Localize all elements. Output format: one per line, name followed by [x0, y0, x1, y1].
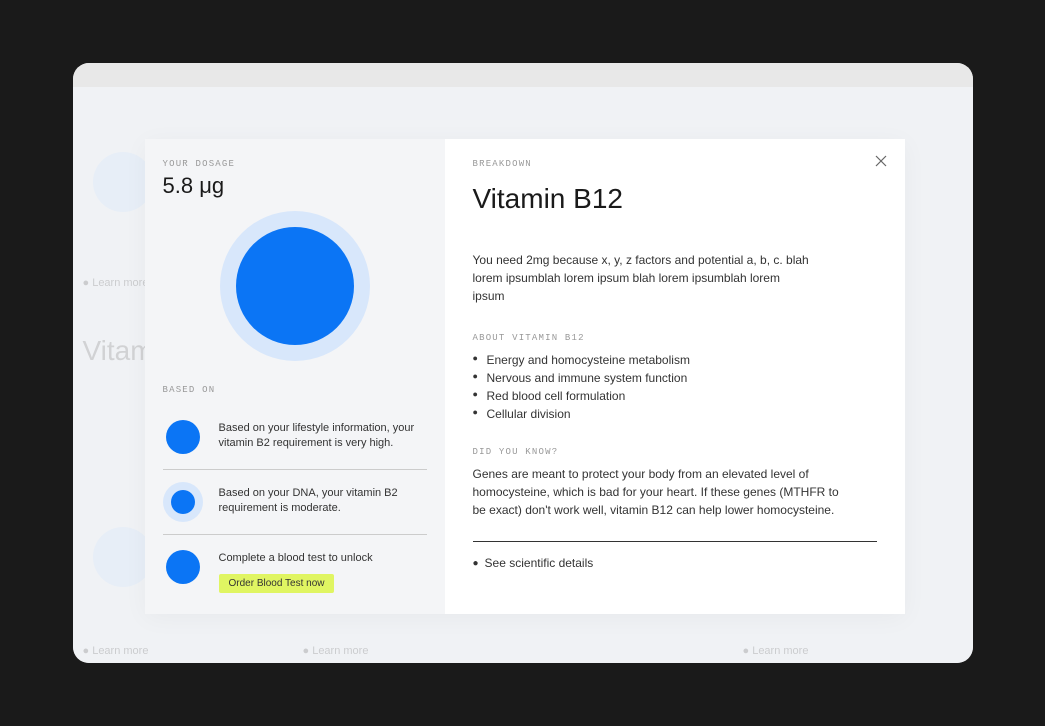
browser-bar	[73, 63, 973, 87]
close-button[interactable]	[873, 153, 889, 169]
about-item: Nervous and immune system function	[473, 369, 877, 387]
based-on-label: BASED ON	[163, 385, 427, 395]
dosage-label: YOUR DOSAGE	[163, 159, 427, 169]
breakdown-panel: BREAKDOWN Vitamin B12 You need 2mg becau…	[445, 139, 905, 614]
did-you-know-label: DID YOU KNOW?	[473, 447, 877, 457]
breakdown-intro: You need 2mg because x, y, z factors and…	[473, 251, 813, 305]
indicator-dot-icon	[163, 417, 203, 457]
dosage-panel: YOUR DOSAGE 5.8 μg BASED ON	[145, 139, 445, 614]
scientific-details-label: See scientific details	[485, 556, 594, 570]
about-item: Cellular division	[473, 405, 877, 423]
dosage-visual	[163, 211, 427, 361]
about-label: ABOUT VITAMIN B12	[473, 333, 877, 343]
nutrient-title: Vitamin B12	[473, 183, 877, 215]
bg-page-title: Vitam	[83, 335, 154, 367]
dosage-circle-outer	[220, 211, 370, 361]
device-frame: Vitam ● Learn more ● Learn more ● Learn …	[73, 63, 973, 663]
about-list: Energy and homocysteine metabolism Nervo…	[473, 351, 877, 423]
based-on-item-blood: Complete a blood test to unlock Order Bl…	[163, 535, 427, 605]
scientific-details-link[interactable]: See scientific details	[473, 556, 877, 570]
close-icon	[875, 155, 887, 167]
about-item: Red blood cell formulation	[473, 387, 877, 405]
based-on-list: Based on your lifestyle information, you…	[163, 405, 427, 605]
divider	[473, 541, 877, 542]
based-on-text: Complete a blood test to unlock Order Bl…	[219, 547, 427, 593]
based-on-text-label: Complete a blood test to unlock	[219, 552, 373, 564]
based-on-text: Based on your lifestyle information, you…	[219, 417, 427, 452]
order-blood-test-button[interactable]: Order Blood Test now	[219, 574, 335, 593]
viewport: Vitam ● Learn more ● Learn more ● Learn …	[73, 87, 973, 663]
dosage-value: 5.8 μg	[163, 173, 427, 199]
based-on-item-lifestyle: Based on your lifestyle information, you…	[163, 405, 427, 469]
indicator-dot-icon	[163, 482, 203, 522]
based-on-item-dna: Based on your DNA, your vitamin B2 requi…	[163, 470, 427, 534]
nutrient-modal: YOUR DOSAGE 5.8 μg BASED ON	[145, 139, 905, 614]
did-you-know-text: Genes are meant to protect your body fro…	[473, 465, 843, 519]
about-item: Energy and homocysteine metabolism	[473, 351, 877, 369]
breakdown-label: BREAKDOWN	[473, 159, 877, 169]
indicator-dot-icon	[163, 547, 203, 587]
based-on-text: Based on your DNA, your vitamin B2 requi…	[219, 482, 427, 517]
dosage-circle-inner	[236, 227, 354, 345]
